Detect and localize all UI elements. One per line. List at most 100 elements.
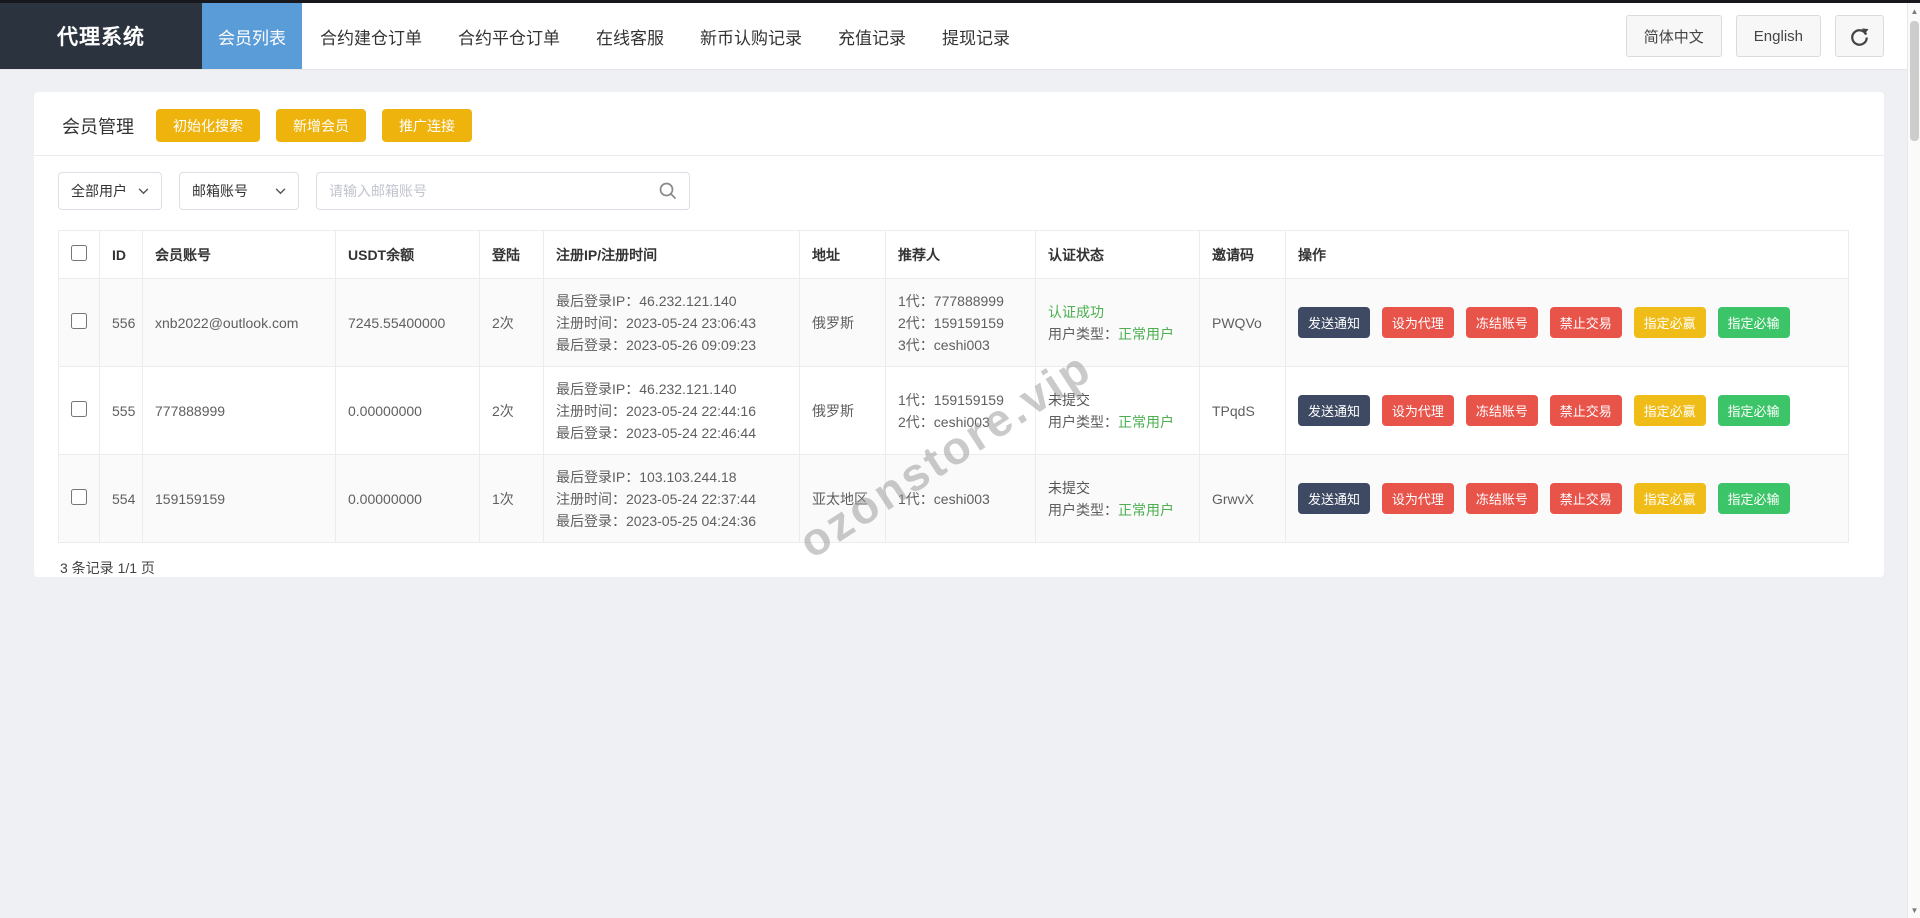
- cell-logins: 1次: [480, 455, 544, 543]
- user-type-select-value: 全部用户: [71, 181, 127, 201]
- tab-contract-close-orders[interactable]: 合约平仓订单: [440, 3, 578, 69]
- table-row: 554 159159159 0.00000000 1次 最后登录IP：103.1…: [59, 455, 1849, 543]
- tab-member-list[interactable]: 会员列表: [202, 3, 302, 69]
- cell-reg-info: 最后登录IP：46.232.121.140 注册时间：2023-05-24 23…: [544, 279, 800, 367]
- col-logins: 登陆: [480, 231, 544, 279]
- force-lose-button[interactable]: 指定必输: [1718, 395, 1790, 426]
- cell-balance: 7245.55400000: [336, 279, 480, 367]
- send-notice-button[interactable]: 发送通知: [1298, 483, 1370, 514]
- lang-en-button[interactable]: English: [1736, 15, 1821, 57]
- cell-logins: 2次: [480, 367, 544, 455]
- cell-address: 俄罗斯: [800, 367, 886, 455]
- cell-reg-info: 最后登录IP：46.232.121.140 注册时间：2023-05-24 22…: [544, 367, 800, 455]
- lang-zh-button[interactable]: 简体中文: [1626, 15, 1722, 57]
- cell-actions: 发送通知 设为代理 冻结账号 禁止交易 指定必赢 指定必输: [1286, 455, 1849, 543]
- cell-account: 777888999: [143, 367, 336, 455]
- col-id: ID: [100, 231, 143, 279]
- auth-status-value: 认证成功: [1048, 301, 1187, 323]
- cell-invite-code: PWQVo: [1200, 279, 1286, 367]
- app-logo: 代理系统: [0, 3, 202, 69]
- record-count: 3 条记录 1/1 页: [34, 543, 1884, 578]
- logout-icon: [1850, 27, 1869, 46]
- vertical-scrollbar[interactable]: ▲ ▼: [1907, 3, 1920, 918]
- scrollbar-thumb[interactable]: [1910, 21, 1919, 141]
- cell-id: 556: [100, 279, 143, 367]
- search-field-select[interactable]: 邮箱账号: [179, 172, 299, 210]
- row-checkbox[interactable]: [71, 401, 87, 417]
- send-notice-button[interactable]: 发送通知: [1298, 307, 1370, 338]
- user-type-select[interactable]: 全部用户: [58, 172, 162, 210]
- col-reg: 注册IP/注册时间: [544, 231, 800, 279]
- set-agent-button[interactable]: 设为代理: [1382, 483, 1454, 514]
- force-win-button[interactable]: 指定必赢: [1634, 307, 1706, 338]
- cell-auth-status: 未提交 用户类型：正常用户: [1036, 455, 1200, 543]
- ban-trade-button[interactable]: 禁止交易: [1550, 307, 1622, 338]
- members-table: ID 会员账号 USDT余额 登陆 注册IP/注册时间 地址 推荐人 认证状态 …: [58, 230, 1849, 543]
- col-address: 地址: [800, 231, 886, 279]
- cell-referrers: 1代：777888999 2代：159159159 3代：ceshi003: [886, 279, 1036, 367]
- cell-invite-code: TPqdS: [1200, 367, 1286, 455]
- chevron-down-icon: [138, 188, 149, 195]
- nav-right-area: 简体中文 English: [1626, 3, 1920, 69]
- scrollbar-down-arrow[interactable]: ▼: [1908, 902, 1920, 918]
- tab-new-coin-records[interactable]: 新币认购记录: [682, 3, 820, 69]
- init-search-button[interactable]: 初始化搜索: [156, 109, 260, 142]
- tab-online-service[interactable]: 在线客服: [578, 3, 682, 69]
- col-invite: 邀请码: [1200, 231, 1286, 279]
- search-box: [316, 172, 690, 210]
- tab-deposit-records[interactable]: 充值记录: [820, 3, 924, 69]
- row-checkbox[interactable]: [71, 313, 87, 329]
- cell-invite-code: GrwvX: [1200, 455, 1286, 543]
- freeze-account-button[interactable]: 冻结账号: [1466, 483, 1538, 514]
- auth-status-value: 未提交: [1048, 477, 1187, 499]
- cell-id: 554: [100, 455, 143, 543]
- add-member-button[interactable]: 新增会员: [276, 109, 366, 142]
- set-agent-button[interactable]: 设为代理: [1382, 395, 1454, 426]
- top-navbar: 代理系统 会员列表 合约建仓订单 合约平仓订单 在线客服 新币认购记录 充值记录…: [0, 3, 1920, 70]
- freeze-account-button[interactable]: 冻结账号: [1466, 307, 1538, 338]
- force-lose-button[interactable]: 指定必输: [1718, 307, 1790, 338]
- force-lose-button[interactable]: 指定必输: [1718, 483, 1790, 514]
- cell-address: 亚太地区: [800, 455, 886, 543]
- cell-balance: 0.00000000: [336, 367, 480, 455]
- auth-status-value: 未提交: [1048, 389, 1187, 411]
- row-checkbox[interactable]: [71, 489, 87, 505]
- cell-balance: 0.00000000: [336, 455, 480, 543]
- search-input[interactable]: [316, 172, 690, 210]
- force-win-button[interactable]: 指定必赢: [1634, 395, 1706, 426]
- cell-account: xnb2022@outlook.com: [143, 279, 336, 367]
- col-referrer: 推荐人: [886, 231, 1036, 279]
- ban-trade-button[interactable]: 禁止交易: [1550, 483, 1622, 514]
- ban-trade-button[interactable]: 禁止交易: [1550, 395, 1622, 426]
- nav-tabs: 会员列表 合约建仓订单 合约平仓订单 在线客服 新币认购记录 充值记录 提现记录: [202, 3, 1028, 69]
- send-notice-button[interactable]: 发送通知: [1298, 395, 1370, 426]
- promo-link-button[interactable]: 推广连接: [382, 109, 472, 142]
- filter-bar: 全部用户 邮箱账号: [34, 156, 1884, 210]
- member-management-card: 会员管理 初始化搜索 新增会员 推广连接 全部用户 邮箱账号: [34, 92, 1884, 577]
- cell-auth-status: 认证成功 用户类型：正常用户: [1036, 279, 1200, 367]
- set-agent-button[interactable]: 设为代理: [1382, 307, 1454, 338]
- cell-reg-info: 最后登录IP：103.103.244.18 注册时间：2023-05-24 22…: [544, 455, 800, 543]
- scrollbar-up-arrow[interactable]: ▲: [1908, 3, 1920, 19]
- table-header-row: ID 会员账号 USDT余额 登陆 注册IP/注册时间 地址 推荐人 认证状态 …: [59, 231, 1849, 279]
- col-ops: 操作: [1286, 231, 1849, 279]
- cell-actions: 发送通知 设为代理 冻结账号 禁止交易 指定必赢 指定必输: [1286, 279, 1849, 367]
- cell-referrers: 1代：159159159 2代：ceshi003: [886, 367, 1036, 455]
- col-account: 会员账号: [143, 231, 336, 279]
- cell-id: 555: [100, 367, 143, 455]
- cell-address: 俄罗斯: [800, 279, 886, 367]
- select-all-checkbox[interactable]: [71, 245, 87, 261]
- freeze-account-button[interactable]: 冻结账号: [1466, 395, 1538, 426]
- logout-button[interactable]: [1835, 15, 1884, 57]
- tab-withdraw-records[interactable]: 提现记录: [924, 3, 1028, 69]
- cell-account: 159159159: [143, 455, 336, 543]
- cell-actions: 发送通知 设为代理 冻结账号 禁止交易 指定必赢 指定必输: [1286, 367, 1849, 455]
- cell-referrers: 1代：ceshi003: [886, 455, 1036, 543]
- table-row: 555 777888999 0.00000000 2次 最后登录IP：46.23…: [59, 367, 1849, 455]
- search-icon[interactable]: [658, 181, 678, 201]
- cell-logins: 2次: [480, 279, 544, 367]
- force-win-button[interactable]: 指定必赢: [1634, 483, 1706, 514]
- page-title: 会员管理: [62, 113, 134, 139]
- tab-contract-open-orders[interactable]: 合约建仓订单: [302, 3, 440, 69]
- card-header: 会员管理 初始化搜索 新增会员 推广连接: [34, 92, 1884, 156]
